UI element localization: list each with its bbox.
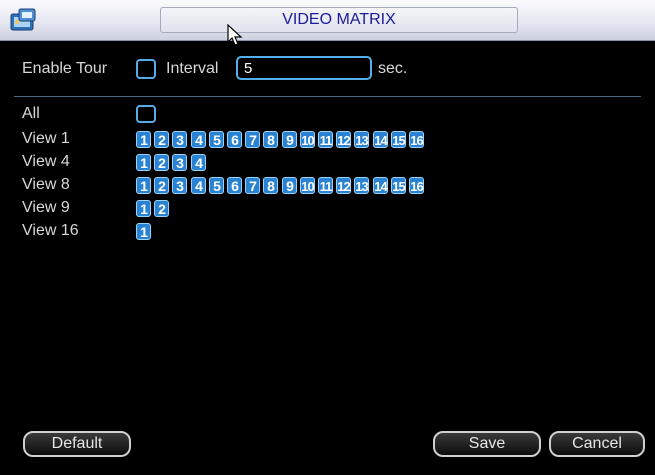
view-16-label: View 16 [22, 222, 79, 239]
channel-2-button[interactable]: 2 [154, 131, 169, 148]
mouse-pointer-icon [227, 23, 245, 48]
channel-14-button[interactable]: 14 [373, 177, 388, 194]
interval-unit-label: sec. [378, 60, 408, 77]
cancel-button[interactable]: Cancel [549, 431, 645, 457]
channel-13-button[interactable]: 13 [354, 177, 369, 194]
channel-2-button[interactable]: 2 [154, 154, 169, 171]
channel-4-button[interactable]: 4 [191, 154, 206, 171]
channel-3-button[interactable]: 3 [172, 177, 187, 194]
app-icon [10, 8, 38, 32]
channel-9-button[interactable]: 9 [282, 131, 297, 148]
interval-label: Interval [166, 60, 219, 77]
channel-3-button[interactable]: 3 [172, 154, 187, 171]
channel-8-button[interactable]: 8 [263, 131, 278, 148]
view-9-label: View 9 [22, 199, 70, 216]
channel-15-button[interactable]: 15 [391, 131, 406, 148]
channel-16-button[interactable]: 16 [409, 177, 424, 194]
all-label: All [22, 105, 40, 122]
window-title: VIDEO MATRIX [160, 7, 518, 33]
channel-2-button[interactable]: 2 [154, 200, 169, 217]
channel-10-button[interactable]: 10 [300, 177, 315, 194]
channel-4-button[interactable]: 4 [191, 177, 206, 194]
channel-16-button[interactable]: 16 [409, 131, 424, 148]
view-4-label: View 4 [22, 153, 70, 170]
default-button[interactable]: Default [23, 431, 131, 457]
save-button[interactable]: Save [433, 431, 541, 457]
channel-12-button[interactable]: 12 [336, 131, 351, 148]
channel-9-button[interactable]: 9 [282, 177, 297, 194]
channel-1-button[interactable]: 1 [136, 223, 151, 240]
channel-1-button[interactable]: 1 [136, 154, 151, 171]
channel-6-button[interactable]: 6 [227, 177, 242, 194]
title-bar: VIDEO MATRIX [0, 0, 655, 46]
channel-7-button[interactable]: 7 [245, 177, 260, 194]
channel-1-button[interactable]: 1 [136, 177, 151, 194]
video-matrix-window: VIDEO MATRIX Enable Tour Interval sec. A… [0, 0, 655, 475]
channel-11-button[interactable]: 11 [318, 177, 333, 194]
channel-10-button[interactable]: 10 [300, 131, 315, 148]
channel-14-button[interactable]: 14 [373, 131, 388, 148]
channel-2-button[interactable]: 2 [154, 177, 169, 194]
channel-5-button[interactable]: 5 [209, 131, 224, 148]
channel-12-button[interactable]: 12 [336, 177, 351, 194]
interval-input[interactable] [236, 56, 372, 80]
channel-8-button[interactable]: 8 [263, 177, 278, 194]
channel-5-button[interactable]: 5 [209, 177, 224, 194]
view-8-label: View 8 [22, 176, 70, 193]
channel-11-button[interactable]: 11 [318, 131, 333, 148]
view-1-label: View 1 [22, 130, 70, 147]
all-checkbox[interactable] [136, 105, 156, 123]
channel-7-button[interactable]: 7 [245, 131, 260, 148]
separator [14, 96, 641, 97]
channel-1-button[interactable]: 1 [136, 200, 151, 217]
channel-3-button[interactable]: 3 [172, 131, 187, 148]
channel-4-button[interactable]: 4 [191, 131, 206, 148]
enable-tour-label: Enable Tour [22, 60, 108, 77]
channel-6-button[interactable]: 6 [227, 131, 242, 148]
channel-1-button[interactable]: 1 [136, 131, 151, 148]
channel-13-button[interactable]: 13 [354, 131, 369, 148]
enable-tour-checkbox[interactable] [136, 59, 156, 79]
channel-15-button[interactable]: 15 [391, 177, 406, 194]
